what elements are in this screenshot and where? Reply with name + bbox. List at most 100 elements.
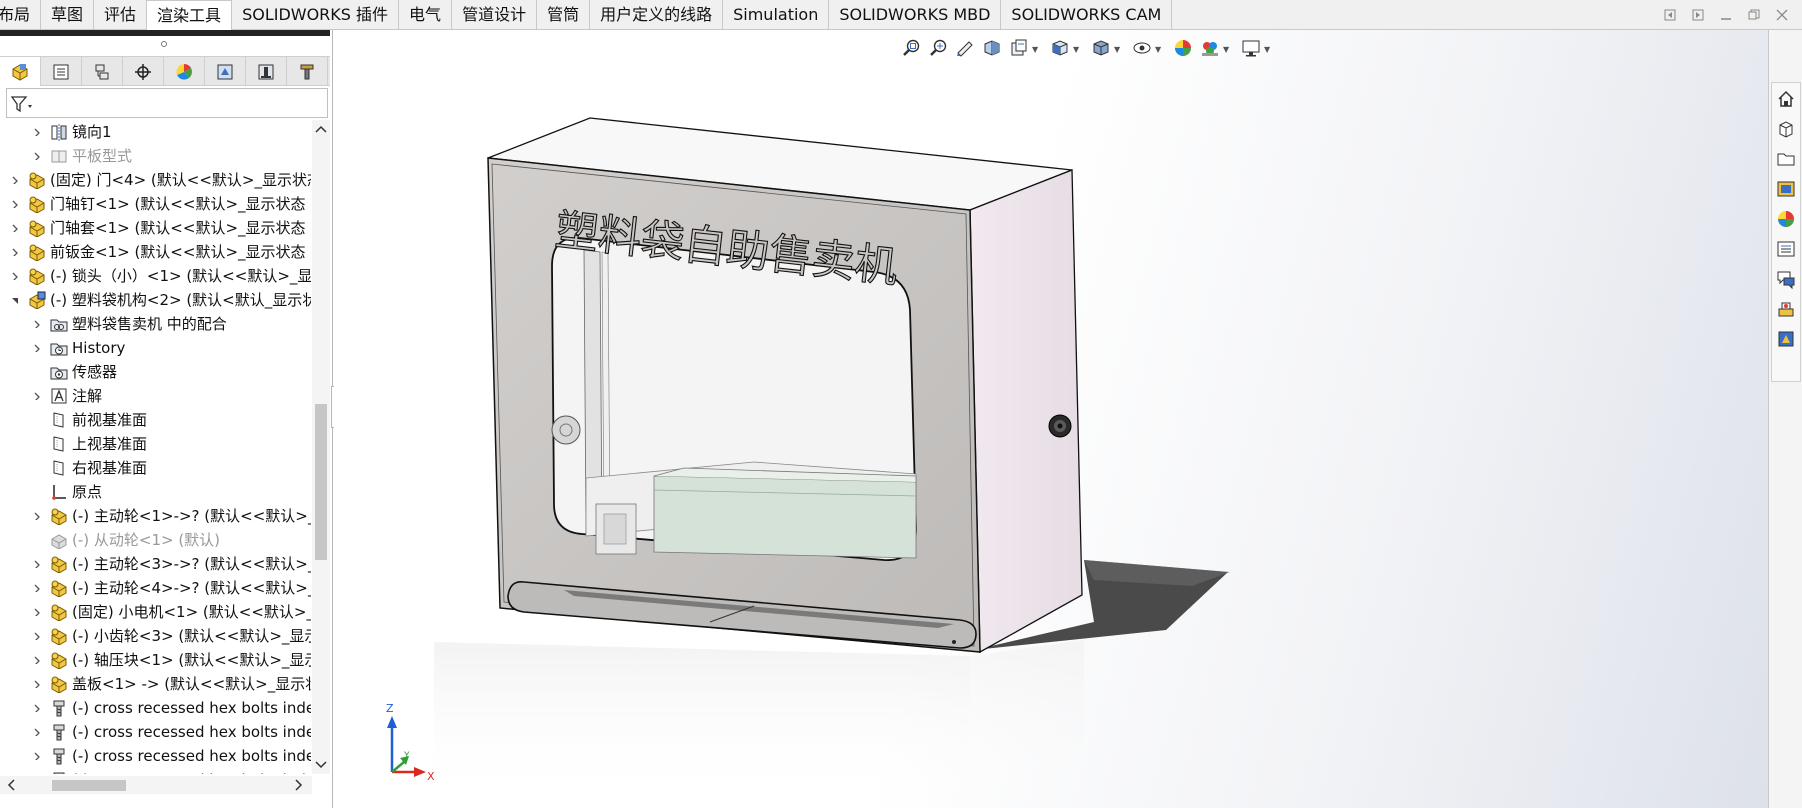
scroll-left-icon[interactable]: [4, 776, 18, 794]
tree-row[interactable]: (-) cross recessed hex bolts inder: [0, 720, 311, 744]
tab-2[interactable]: 评估: [94, 0, 148, 29]
tree-filter-input[interactable]: [6, 88, 328, 118]
chevron-right-icon[interactable]: [34, 656, 40, 664]
chevron-right-icon[interactable]: [12, 224, 18, 232]
tab-6[interactable]: 管道设计: [452, 0, 538, 29]
tab-5[interactable]: 电气: [399, 0, 453, 29]
tree-row[interactable]: 平板型式: [0, 144, 311, 168]
close-icon[interactable]: [1770, 4, 1794, 26]
3d-content-icon[interactable]: [1775, 328, 1797, 350]
tree-row-label: 前钣金<1> (默认<<默认>_显示状态 1: [50, 243, 311, 261]
chevron-down-icon[interactable]: [12, 296, 18, 304]
cam-feature-tree-tab[interactable]: [205, 57, 246, 86]
chevron-right-icon[interactable]: [12, 176, 18, 184]
minimize-icon[interactable]: [1714, 4, 1738, 26]
tree-horizontal-scrollbar[interactable]: [0, 776, 312, 794]
tab-4[interactable]: SOLIDWORKS 插件: [232, 0, 400, 29]
chevron-right-icon[interactable]: [34, 392, 40, 400]
tree-row[interactable]: (-) 主动轮<1>->? (默认<<默认>_显: [0, 504, 311, 528]
model-view[interactable]: 塑料袋自助售卖机: [334, 30, 1768, 808]
tree-row[interactable]: (-) 塑料袋机构<2> (默认<默认_显示状: [0, 288, 311, 312]
scroll-down-icon[interactable]: [312, 758, 330, 772]
tree-row[interactable]: (-) cross recessed hex bolts inder: [0, 696, 311, 720]
tree-row[interactable]: (-) 从动轮<1> (默认): [0, 528, 311, 552]
home-icon[interactable]: [1775, 88, 1797, 110]
tree-row[interactable]: (-) 小齿轮<3> (默认<<默认>_显示: [0, 624, 311, 648]
chevron-right-icon[interactable]: [34, 584, 40, 592]
tab-0[interactable]: 布局: [0, 0, 42, 29]
tree-row[interactable]: (-) 锁头（小）<1> (默认<<默认>_显示: [0, 264, 311, 288]
scroll-up-icon[interactable]: [312, 122, 330, 136]
tree-row[interactable]: History: [0, 336, 311, 360]
tab-7[interactable]: 管筒: [537, 0, 591, 29]
chevron-right-icon[interactable]: [34, 632, 40, 640]
tree-row[interactable]: (-) cross recessed hex bolts inder: [0, 768, 311, 774]
chevron-right-icon[interactable]: [34, 608, 40, 616]
tree-horizontal-scroll-thumb[interactable]: [52, 780, 126, 791]
graphics-area[interactable]: ▼ ▼ ▼ ▼ ▼ ▼ 塑料袋自助售卖机 Z X Y: [334, 30, 1768, 808]
tab-10[interactable]: SOLIDWORKS MBD: [829, 0, 1002, 29]
maximize-pane-icon[interactable]: [1686, 4, 1710, 26]
chevron-right-icon[interactable]: [34, 512, 40, 520]
coordinate-triad: Z X Y: [386, 702, 435, 783]
scroll-right-icon[interactable]: [292, 776, 306, 794]
chevron-right-icon[interactable]: [12, 200, 18, 208]
restore-icon[interactable]: [1742, 4, 1766, 26]
cam-settings-icon[interactable]: [1775, 298, 1797, 320]
forum-icon[interactable]: [1775, 268, 1797, 290]
tree-vertical-scroll-thumb[interactable]: [315, 404, 327, 560]
chevron-right-icon[interactable]: [34, 344, 40, 352]
tab-3[interactable]: 渲染工具: [147, 0, 233, 31]
tree-row[interactable]: 上视基准面: [0, 432, 311, 456]
tree-row[interactable]: 传感器: [0, 360, 311, 384]
tree-row[interactable]: 盖板<1> -> (默认<<默认>_显示状: [0, 672, 311, 696]
dimxpert-tab[interactable]: [123, 57, 164, 86]
configuration-manager-tab[interactable]: [82, 57, 123, 86]
tree-row[interactable]: (-) 轴压块<1> (默认<<默认>_显示: [0, 648, 311, 672]
custom-properties-icon[interactable]: [1775, 238, 1797, 260]
part-icon: [29, 268, 45, 285]
file-explorer-icon[interactable]: [1775, 148, 1797, 170]
tree-row[interactable]: 右视基准面: [0, 456, 311, 480]
tree-row[interactable]: (-) cross recessed hex bolts inder: [0, 744, 311, 768]
tree-row[interactable]: 门轴套<1> (默认<<默认>_显示状态 1: [0, 216, 311, 240]
appearances-icon[interactable]: [1775, 208, 1797, 230]
chevron-right-icon[interactable]: [34, 128, 40, 136]
cam-operation-tree-tab[interactable]: [246, 57, 287, 86]
tree-row[interactable]: 原点: [0, 480, 311, 504]
chevron-right-icon[interactable]: [34, 320, 40, 328]
part-icon: [51, 508, 67, 525]
tab-9[interactable]: Simulation: [723, 0, 830, 29]
chevron-right-icon[interactable]: [34, 560, 40, 568]
chevron-right-icon[interactable]: [34, 704, 40, 712]
tab-8[interactable]: 用户定义的线路: [590, 0, 724, 29]
tree-row[interactable]: 塑料袋售卖机 中的配合: [0, 312, 311, 336]
property-manager-tab[interactable]: [41, 57, 82, 86]
tab-11[interactable]: SOLIDWORKS CAM: [1001, 0, 1173, 29]
feature-manager-tab[interactable]: [0, 57, 41, 86]
tree-row[interactable]: (-) 主动轮<4>->? (默认<<默认>_显: [0, 576, 311, 600]
tree-row[interactable]: (固定) 门<4> (默认<<默认>_显示状态: [0, 168, 311, 192]
chevron-right-icon[interactable]: [34, 728, 40, 736]
chevron-right-icon[interactable]: [12, 272, 18, 280]
tree-row[interactable]: (-) 主动轮<3>->? (默认<<默认>_显: [0, 552, 311, 576]
tree-row-label: 右视基准面: [72, 459, 148, 477]
chevron-right-icon[interactable]: [12, 248, 18, 256]
cam-tool-tree-tab[interactable]: [287, 57, 328, 86]
tab-1[interactable]: 草图: [41, 0, 95, 29]
chevron-right-icon[interactable]: [34, 752, 40, 760]
tree-row[interactable]: 前视基准面: [0, 408, 311, 432]
panel-handle-icon[interactable]: [160, 40, 168, 48]
tree-row[interactable]: 前钣金<1> (默认<<默认>_显示状态 1: [0, 240, 311, 264]
tree-row[interactable]: (固定) 小电机<1> (默认<<默认>_显: [0, 600, 311, 624]
view-palette-icon[interactable]: [1775, 178, 1797, 200]
restore-pane-icon[interactable]: [1658, 4, 1682, 26]
chevron-right-icon[interactable]: [34, 680, 40, 688]
tree-row[interactable]: 注解: [0, 384, 311, 408]
chevron-right-icon[interactable]: [34, 152, 40, 160]
tree-row[interactable]: 镜向1: [0, 120, 311, 144]
display-manager-tab[interactable]: [164, 57, 205, 86]
tree-vertical-scrollbar[interactable]: [312, 120, 330, 774]
design-library-icon[interactable]: [1775, 118, 1797, 140]
tree-row[interactable]: 门轴钉<1> (默认<<默认>_显示状态 1: [0, 192, 311, 216]
